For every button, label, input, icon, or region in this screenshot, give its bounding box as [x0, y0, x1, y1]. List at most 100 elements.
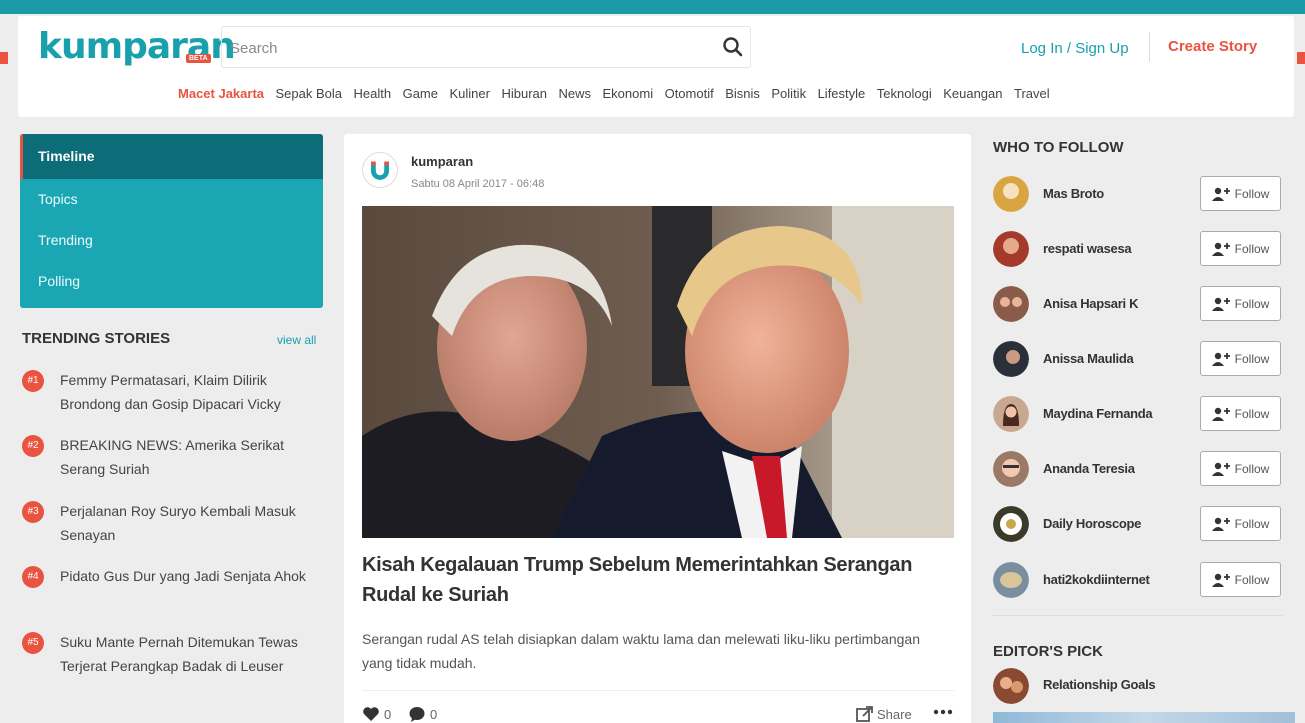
- avatar[interactable]: [993, 341, 1029, 377]
- rank-badge: #2: [22, 435, 44, 457]
- rank-badge: #5: [22, 632, 44, 654]
- rank-badge: #3: [22, 501, 44, 523]
- editors-pick-image[interactable]: [993, 712, 1295, 723]
- nav-item-keuangan[interactable]: Keuangan: [943, 86, 1002, 101]
- share-label: Share: [877, 706, 912, 722]
- view-all-link[interactable]: view all: [277, 333, 316, 347]
- nav-item-bisnis[interactable]: Bisnis: [725, 86, 760, 101]
- nav-item-news[interactable]: News: [558, 86, 591, 101]
- nav-item-health[interactable]: Health: [354, 86, 392, 101]
- login-link[interactable]: Log In / Sign Up: [1021, 40, 1129, 57]
- search-box: [221, 26, 751, 68]
- user-name[interactable]: respati wasesa: [1043, 241, 1132, 256]
- accent-right: [1297, 52, 1305, 64]
- nav-item-ekonomi[interactable]: Ekonomi: [603, 86, 654, 101]
- nav-item-sepak-bola[interactable]: Sepak Bola: [276, 86, 343, 101]
- follow-suggestion: Ananda Teresia Follow: [993, 449, 1283, 489]
- user-name[interactable]: Anissa Maulida: [1043, 351, 1134, 366]
- trending-title: TRENDING STORIES: [22, 330, 171, 347]
- nav-item-game[interactable]: Game: [403, 86, 438, 101]
- like-count: 0: [384, 706, 392, 722]
- story-summary: Serangan rudal AS telah disiapkan dalam …: [362, 631, 920, 671]
- share-icon: [856, 706, 873, 722]
- avatar[interactable]: [993, 231, 1029, 267]
- user-name[interactable]: Ananda Teresia: [1043, 461, 1135, 476]
- menu-polling[interactable]: Polling: [20, 261, 323, 302]
- story-photo[interactable]: [362, 206, 954, 538]
- site-header: kumparan BETA Log In / Sign Up Create St…: [18, 16, 1294, 117]
- nav-item-kuliner[interactable]: Kuliner: [449, 86, 489, 101]
- divider: [993, 615, 1283, 616]
- follow-suggestion: Mas Broto Follow: [993, 174, 1283, 214]
- follow-button[interactable]: Follow: [1200, 341, 1281, 376]
- user-name[interactable]: Daily Horoscope: [1043, 516, 1141, 531]
- trending-title-text[interactable]: BREAKING NEWS: Amerika Serikat Serang Su…: [60, 433, 322, 481]
- author-avatar[interactable]: [362, 152, 398, 188]
- nav-item-travel[interactable]: Travel: [1014, 86, 1050, 101]
- follow-button[interactable]: Follow: [1200, 562, 1281, 597]
- post-date: Sabtu 08 April 2017 - 06:48: [411, 178, 545, 190]
- avatar[interactable]: [993, 396, 1029, 432]
- menu-trending[interactable]: Trending: [20, 220, 323, 261]
- follow-suggestion: Maydina Fernanda Follow: [993, 394, 1283, 434]
- rank-badge: #1: [22, 370, 44, 392]
- menu-timeline[interactable]: Timeline: [20, 134, 323, 179]
- add-user-icon: [1211, 352, 1230, 366]
- follow-button[interactable]: Follow: [1200, 286, 1281, 321]
- comment-button[interactable]: 0: [408, 706, 437, 722]
- menu-topics[interactable]: Topics: [20, 179, 323, 220]
- share-button[interactable]: Share: [855, 706, 912, 722]
- more-options-button[interactable]: [932, 704, 958, 720]
- trending-title-text[interactable]: Pidato Gus Dur yang Jadi Senjata Ahok: [60, 564, 322, 588]
- add-user-icon: [1211, 297, 1230, 311]
- beta-badge: BETA: [186, 54, 211, 63]
- avatar[interactable]: [993, 451, 1029, 487]
- nav-item-hiburan[interactable]: Hiburan: [501, 86, 547, 101]
- rank-badge: #4: [22, 566, 44, 588]
- add-user-icon: [1211, 462, 1230, 476]
- like-button[interactable]: 0: [362, 706, 391, 722]
- follow-button[interactable]: Follow: [1200, 506, 1281, 541]
- story-headline[interactable]: Kisah Kegalauan Trump Sebelum Memerintah…: [362, 550, 947, 610]
- nav-item-teknologi[interactable]: Teknologi: [877, 86, 932, 101]
- user-name[interactable]: hati2kokdiinternet: [1043, 572, 1150, 587]
- avatar[interactable]: [993, 668, 1029, 704]
- story-card: kumparan Sabtu 08 April 2017 - 06:48 Kis…: [344, 134, 971, 723]
- header-divider: [1149, 32, 1150, 62]
- author-name[interactable]: kumparan: [411, 154, 473, 169]
- nav-item-macet-jakarta[interactable]: Macet Jakarta: [178, 86, 264, 101]
- follow-suggestion: Daily Horoscope Follow: [993, 504, 1283, 544]
- trending-title-text[interactable]: Suku Mante Pernah Ditemukan Tewas Terjer…: [60, 630, 322, 678]
- follow-suggestion: Anissa Maulida Follow: [993, 339, 1283, 379]
- avatar[interactable]: [993, 286, 1029, 322]
- avatar[interactable]: [993, 562, 1029, 598]
- heart-icon: [363, 707, 379, 721]
- top-accent-bar: [0, 0, 1305, 14]
- add-user-icon: [1211, 407, 1230, 421]
- search-input[interactable]: [230, 37, 690, 59]
- nav-item-otomotif[interactable]: Otomotif: [665, 86, 714, 101]
- nav-item-lifestyle[interactable]: Lifestyle: [818, 86, 866, 101]
- user-name[interactable]: Mas Broto: [1043, 186, 1104, 201]
- follow-button[interactable]: Follow: [1200, 231, 1281, 266]
- trending-title-text[interactable]: Perjalanan Roy Suryo Kembali Masuk Senay…: [60, 499, 322, 547]
- accent-left: [0, 52, 8, 64]
- comment-icon: [409, 707, 425, 722]
- follow-suggestion: hati2kokdiinternet Follow: [993, 560, 1283, 600]
- avatar[interactable]: [993, 176, 1029, 212]
- editors-pick-title: EDITOR'S PICK: [993, 643, 1103, 660]
- create-story-link[interactable]: Create Story: [1168, 38, 1257, 55]
- pick-name[interactable]: Relationship Goals: [1043, 677, 1156, 692]
- nav-item-politik[interactable]: Politik: [771, 86, 806, 101]
- follow-suggestion: Anisa Hapsari K Follow: [993, 284, 1283, 324]
- trending-title-text[interactable]: Femmy Permatasari, Klaim Dilirik Brondon…: [60, 368, 322, 416]
- follow-button[interactable]: Follow: [1200, 176, 1281, 211]
- user-name[interactable]: Maydina Fernanda: [1043, 406, 1153, 421]
- more-icon: [933, 709, 953, 715]
- avatar[interactable]: [993, 506, 1029, 542]
- search-icon[interactable]: [722, 36, 744, 58]
- user-name[interactable]: Anisa Hapsari K: [1043, 296, 1139, 311]
- editors-pick-item[interactable]: Relationship Goals: [993, 668, 1283, 704]
- follow-button[interactable]: Follow: [1200, 451, 1281, 486]
- follow-button[interactable]: Follow: [1200, 396, 1281, 431]
